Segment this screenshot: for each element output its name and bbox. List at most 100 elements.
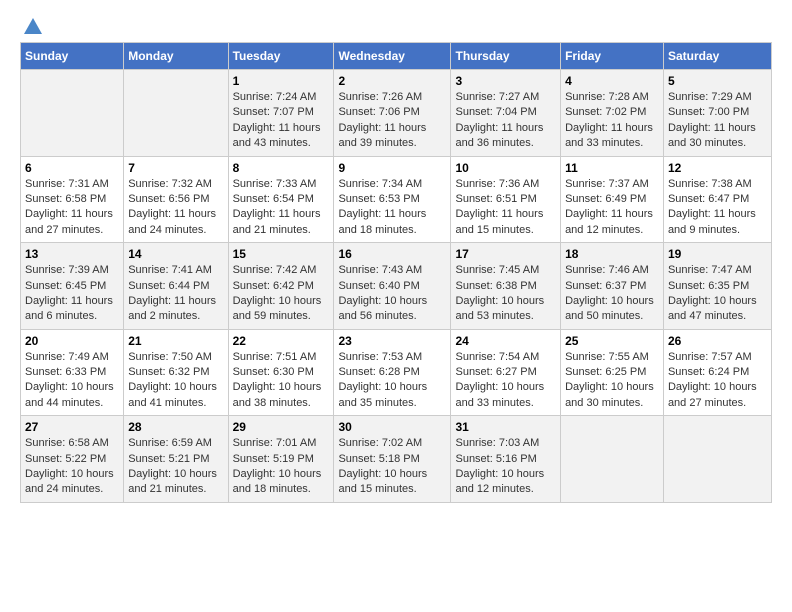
day-number: 30 xyxy=(338,420,446,434)
day-number: 2 xyxy=(338,74,446,88)
day-cell xyxy=(663,416,771,503)
day-cell: 20 Sunrise: 7:49 AMSunset: 6:33 PMDayligh… xyxy=(21,329,124,416)
day-cell: 18Sunrise: 7:46 AMSunset: 6:37 PMDayligh… xyxy=(561,243,664,330)
day-info: Sunrise: 6:59 AMSunset: 5:21 PMDaylight:… xyxy=(128,436,223,498)
day-cell: 30 Sunrise: 7:02 AMSunset: 5:18 PMDayligh… xyxy=(334,416,451,503)
day-info: Sunrise: 7:37 AMSunset: 6:49 PMDaylight:… xyxy=(565,177,659,239)
day-number: 4 xyxy=(565,74,659,88)
day-info: Sunrise: 7:03 AMSunset: 5:16 PMDaylight:… xyxy=(455,436,556,498)
day-cell: 1 Sunrise: 7:24 AMSunset: 7:07 PMDaylight… xyxy=(228,70,334,157)
day-info: Sunrise: 7:54 AMSunset: 6:27 PMDaylight:… xyxy=(455,350,556,412)
day-info: Sunrise: 7:29 AMSunset: 7:00 PMDaylight:… xyxy=(668,90,767,152)
day-cell: 25 Sunrise: 7:55 AMSunset: 6:25 PMDayligh… xyxy=(561,329,664,416)
day-number: 31 xyxy=(455,420,556,434)
week-row-3: 13 Sunrise: 7:39 AMSunset: 6:45 PMDayligh… xyxy=(21,243,772,330)
day-number: 16 xyxy=(338,247,446,261)
day-info: Sunrise: 7:02 AMSunset: 5:18 PMDaylight:… xyxy=(338,436,446,498)
day-cell: 2 Sunrise: 7:26 AMSunset: 7:06 PMDaylight… xyxy=(334,70,451,157)
header-wednesday: Wednesday xyxy=(334,43,451,70)
day-cell: 7Sunrise: 7:32 AMSunset: 6:56 PMDaylight… xyxy=(124,156,228,243)
day-cell: 14Sunrise: 7:41 AMSunset: 6:44 PMDayligh… xyxy=(124,243,228,330)
header-row: SundayMondayTuesdayWednesdayThursdayFrid… xyxy=(21,43,772,70)
header-monday: Monday xyxy=(124,43,228,70)
day-cell: 3 Sunrise: 7:27 AMSunset: 7:04 PMDaylight… xyxy=(451,70,561,157)
day-number: 17 xyxy=(455,247,556,261)
day-number: 29 xyxy=(233,420,330,434)
day-cell: 24 Sunrise: 7:54 AMSunset: 6:27 PMDayligh… xyxy=(451,329,561,416)
day-cell: 22 Sunrise: 7:51 AMSunset: 6:30 PMDayligh… xyxy=(228,329,334,416)
day-number: 14 xyxy=(128,247,223,261)
calendar-table: SundayMondayTuesdayWednesdayThursdayFrid… xyxy=(20,42,772,503)
header-saturday: Saturday xyxy=(663,43,771,70)
day-info: Sunrise: 7:33 AMSunset: 6:54 PMDaylight:… xyxy=(233,177,330,239)
day-number: 12 xyxy=(668,161,767,175)
day-info: Sunrise: 7:38 AMSunset: 6:47 PMDaylight:… xyxy=(668,177,767,239)
day-number: 21 xyxy=(128,334,223,348)
day-info: Sunrise: 7:47 AMSunset: 6:35 PMDaylight:… xyxy=(668,263,767,325)
day-number: 13 xyxy=(25,247,119,261)
day-cell: 6 Sunrise: 7:31 AMSunset: 6:58 PMDaylight… xyxy=(21,156,124,243)
day-number: 26 xyxy=(668,334,767,348)
day-cell: 16Sunrise: 7:43 AMSunset: 6:40 PMDayligh… xyxy=(334,243,451,330)
week-row-1: 1 Sunrise: 7:24 AMSunset: 7:07 PMDaylight… xyxy=(21,70,772,157)
day-cell: 23Sunrise: 7:53 AMSunset: 6:28 PMDayligh… xyxy=(334,329,451,416)
day-cell: 17 Sunrise: 7:45 AMSunset: 6:38 PMDayligh… xyxy=(451,243,561,330)
day-number: 15 xyxy=(233,247,330,261)
day-info: Sunrise: 7:55 AMSunset: 6:25 PMDaylight:… xyxy=(565,350,659,412)
day-cell: 10 Sunrise: 7:36 AMSunset: 6:51 PMDayligh… xyxy=(451,156,561,243)
day-cell: 13 Sunrise: 7:39 AMSunset: 6:45 PMDayligh… xyxy=(21,243,124,330)
day-info: Sunrise: 7:28 AMSunset: 7:02 PMDaylight:… xyxy=(565,90,659,152)
day-info: Sunrise: 7:01 AMSunset: 5:19 PMDaylight:… xyxy=(233,436,330,498)
day-cell: 5 Sunrise: 7:29 AMSunset: 7:00 PMDaylight… xyxy=(663,70,771,157)
day-cell xyxy=(561,416,664,503)
day-cell: 27 Sunrise: 6:58 AMSunset: 5:22 PMDayligh… xyxy=(21,416,124,503)
day-info: Sunrise: 7:45 AMSunset: 6:38 PMDaylight:… xyxy=(455,263,556,325)
day-cell: 19 Sunrise: 7:47 AMSunset: 6:35 PMDayligh… xyxy=(663,243,771,330)
day-number: 20 xyxy=(25,334,119,348)
day-number: 23 xyxy=(338,334,446,348)
day-info: Sunrise: 7:31 AMSunset: 6:58 PMDaylight:… xyxy=(25,177,119,239)
logo-icon xyxy=(22,16,44,38)
header-tuesday: Tuesday xyxy=(228,43,334,70)
day-info: Sunrise: 7:42 AMSunset: 6:42 PMDaylight:… xyxy=(233,263,330,325)
day-cell: 12 Sunrise: 7:38 AMSunset: 6:47 PMDayligh… xyxy=(663,156,771,243)
day-cell xyxy=(21,70,124,157)
day-number: 24 xyxy=(455,334,556,348)
day-info: Sunrise: 7:49 AMSunset: 6:33 PMDaylight:… xyxy=(25,350,119,412)
week-row-5: 27 Sunrise: 6:58 AMSunset: 5:22 PMDayligh… xyxy=(21,416,772,503)
day-number: 18 xyxy=(565,247,659,261)
day-number: 5 xyxy=(668,74,767,88)
day-number: 25 xyxy=(565,334,659,348)
day-number: 10 xyxy=(455,161,556,175)
day-cell: 8 Sunrise: 7:33 AMSunset: 6:54 PMDaylight… xyxy=(228,156,334,243)
day-info: Sunrise: 7:24 AMSunset: 7:07 PMDaylight:… xyxy=(233,90,330,152)
day-number: 8 xyxy=(233,161,330,175)
day-info: Sunrise: 7:32 AMSunset: 6:56 PMDaylight:… xyxy=(128,177,223,239)
day-info: Sunrise: 7:39 AMSunset: 6:45 PMDaylight:… xyxy=(25,263,119,325)
page-header xyxy=(20,20,772,32)
day-info: Sunrise: 7:27 AMSunset: 7:04 PMDaylight:… xyxy=(455,90,556,152)
day-cell: 11Sunrise: 7:37 AMSunset: 6:49 PMDayligh… xyxy=(561,156,664,243)
day-info: Sunrise: 7:50 AMSunset: 6:32 PMDaylight:… xyxy=(128,350,223,412)
day-cell: 15 Sunrise: 7:42 AMSunset: 6:42 PMDayligh… xyxy=(228,243,334,330)
day-cell: 21 Sunrise: 7:50 AMSunset: 6:32 PMDayligh… xyxy=(124,329,228,416)
day-cell: 26 Sunrise: 7:57 AMSunset: 6:24 PMDayligh… xyxy=(663,329,771,416)
day-number: 28 xyxy=(128,420,223,434)
day-number: 3 xyxy=(455,74,556,88)
day-info: Sunrise: 7:36 AMSunset: 6:51 PMDaylight:… xyxy=(455,177,556,239)
day-info: Sunrise: 6:58 AMSunset: 5:22 PMDaylight:… xyxy=(25,436,119,498)
logo xyxy=(20,20,44,32)
header-sunday: Sunday xyxy=(21,43,124,70)
day-info: Sunrise: 7:51 AMSunset: 6:30 PMDaylight:… xyxy=(233,350,330,412)
day-info: Sunrise: 7:57 AMSunset: 6:24 PMDaylight:… xyxy=(668,350,767,412)
day-number: 22 xyxy=(233,334,330,348)
day-info: Sunrise: 7:26 AMSunset: 7:06 PMDaylight:… xyxy=(338,90,446,152)
day-number: 27 xyxy=(25,420,119,434)
week-row-4: 20 Sunrise: 7:49 AMSunset: 6:33 PMDayligh… xyxy=(21,329,772,416)
day-number: 19 xyxy=(668,247,767,261)
day-number: 1 xyxy=(233,74,330,88)
day-number: 6 xyxy=(25,161,119,175)
day-cell: 31 Sunrise: 7:03 AMSunset: 5:16 PMDayligh… xyxy=(451,416,561,503)
day-cell: 9Sunrise: 7:34 AMSunset: 6:53 PMDaylight… xyxy=(334,156,451,243)
day-cell xyxy=(124,70,228,157)
